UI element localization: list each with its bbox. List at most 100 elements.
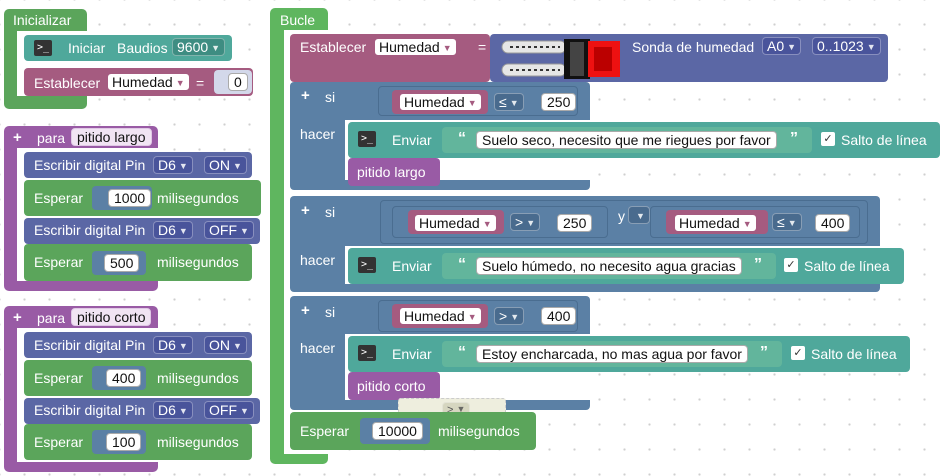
close-quote-icon: ” — [754, 256, 762, 273]
setup-title: Inicializar — [13, 12, 72, 28]
chevron-down-icon: ▼ — [742, 219, 752, 229]
wait-label: Esperar — [34, 254, 84, 270]
chevron-down-icon: ▼ — [442, 43, 452, 53]
do-label: hacer — [300, 252, 336, 268]
equals-sign: = — [196, 75, 205, 91]
call-proc-label: pitido largo — [357, 164, 426, 180]
soil-moisture-sensor-icon — [501, 39, 620, 79]
proc-long-name-field[interactable]: pitido largo — [71, 128, 152, 146]
newline-label: Salto de línea — [841, 132, 927, 148]
do-label: hacer — [300, 126, 336, 142]
operator-dropdown[interactable]: > ▼ — [510, 213, 541, 231]
state-dropdown[interactable]: ON ▼ — [204, 336, 247, 354]
state-dropdown[interactable]: OFF ▼ — [204, 221, 254, 239]
number-field[interactable]: 10000 — [372, 422, 423, 440]
chevron-down-icon: ▼ — [233, 161, 242, 171]
wait-unit-label: milisegundos — [157, 370, 239, 386]
terminal-icon: >_ — [358, 131, 376, 147]
number-field[interactable]: 1000 — [108, 189, 152, 207]
chevron-down-icon: ▼ — [211, 43, 221, 53]
chevron-down-icon: ▼ — [467, 98, 477, 108]
sensor-label: Sonda de humedad — [632, 39, 755, 55]
chevron-down-icon: ▼ — [467, 312, 477, 322]
pin-dropdown[interactable]: D6 ▼ — [153, 156, 193, 174]
plus-icon[interactable]: + — [301, 303, 310, 319]
number-field[interactable]: 100 — [106, 433, 142, 451]
send-label: Enviar — [392, 346, 432, 362]
chevron-down-icon: ▼ — [866, 42, 876, 52]
newline-label: Salto de línea — [811, 346, 897, 362]
pin-dropdown[interactable]: D6 ▼ — [153, 401, 193, 419]
chevron-down-icon: ▼ — [240, 406, 249, 416]
var-humedad-dropdown[interactable]: Humedad ▼ — [107, 73, 190, 91]
plus-icon[interactable]: + — [301, 88, 310, 104]
terminal-icon: >_ — [358, 345, 376, 361]
pin-dropdown[interactable]: A0 ▼ — [762, 37, 802, 55]
proc-long-label: para — [37, 130, 66, 146]
var-humedad-dropdown[interactable]: Humedad ▼ — [399, 307, 482, 325]
plus-icon[interactable]: + — [301, 203, 310, 219]
send-label: Enviar — [392, 132, 432, 148]
digital-write-label: Escribir digital Pin — [34, 402, 146, 418]
state-dropdown[interactable]: ON ▼ — [204, 156, 247, 174]
operator-dropdown[interactable]: > ▼ — [494, 307, 525, 325]
text-field[interactable]: Suelo seco, necesito que me riegues por … — [476, 131, 777, 149]
var-humedad-dropdown[interactable]: Humedad ▼ — [414, 214, 497, 232]
number-field[interactable]: 400 — [541, 307, 577, 325]
digital-write-label: Escribir digital Pin — [34, 222, 146, 238]
chevron-down-icon: ▼ — [510, 312, 520, 322]
send-label: Enviar — [392, 258, 432, 274]
chevron-down-icon: ▼ — [636, 211, 645, 221]
open-quote-icon: “ — [458, 344, 466, 361]
call-proc-label: pitido corto — [357, 378, 426, 394]
and-label: y — [618, 208, 625, 224]
chevron-down-icon: ▼ — [178, 406, 188, 416]
set-humidity-label: Establecer — [300, 39, 367, 55]
number-field[interactable]: 250 — [541, 93, 577, 111]
newline-checkbox[interactable]: ✓ — [821, 132, 835, 146]
wait-unit-label: milisegundos — [157, 254, 239, 270]
var-humedad-dropdown[interactable]: Humedad ▼ — [674, 214, 757, 232]
number-field[interactable]: 400 — [815, 214, 851, 232]
chevron-down-icon: ▼ — [526, 218, 536, 228]
plus-icon[interactable]: + — [13, 310, 22, 326]
operator-dropdown[interactable]: ≤ ▼ — [772, 213, 802, 231]
chevron-down-icon: ▼ — [178, 161, 188, 171]
newline-checkbox[interactable]: ✓ — [784, 258, 798, 272]
range-dropdown[interactable]: 0..1023 ▼ — [812, 37, 881, 55]
chevron-down-icon: ▼ — [175, 78, 185, 88]
if-label: si — [325, 204, 336, 220]
terminal-icon: >_ — [34, 40, 52, 56]
serial-init-label: Iniciar — [68, 40, 106, 56]
var-humedad-dropdown[interactable]: Humedad ▼ — [374, 38, 457, 56]
chevron-down-icon: ▼ — [233, 341, 242, 351]
var-humedad-dropdown[interactable]: Humedad ▼ — [399, 93, 482, 111]
proc-short-label: para — [37, 310, 66, 326]
operator-dropdown[interactable]: ≤ ▼ — [494, 93, 524, 111]
and-dropdown-arrow[interactable]: ▼ — [628, 206, 650, 224]
text-field[interactable]: Estoy encharcada, no mas agua por favor — [476, 345, 748, 363]
pin-dropdown[interactable]: D6 ▼ — [153, 336, 193, 354]
newline-label: Salto de línea — [804, 258, 890, 274]
pin-dropdown[interactable]: D6 ▼ — [153, 221, 193, 239]
number-field[interactable]: 250 — [557, 214, 593, 232]
chevron-down-icon: ▼ — [178, 226, 188, 236]
number-field[interactable]: 500 — [104, 254, 140, 272]
chevron-down-icon: ▼ — [787, 42, 797, 52]
if-label: si — [325, 304, 336, 320]
open-quote-icon: “ — [458, 256, 466, 273]
newline-checkbox[interactable]: ✓ — [791, 346, 805, 360]
open-quote-icon: “ — [458, 130, 466, 147]
chevron-down-icon: ▼ — [178, 341, 188, 351]
wait-label: Esperar — [34, 190, 84, 206]
proc-short-name-field[interactable]: pitido corto — [71, 308, 152, 326]
number-field[interactable]: 400 — [106, 369, 142, 387]
if-label: si — [325, 89, 336, 105]
text-field[interactable]: Suelo húmedo, no necesito agua gracias — [476, 257, 742, 275]
digital-write-label: Escribir digital Pin — [34, 157, 146, 173]
baud-dropdown[interactable]: 9600 ▼ — [172, 38, 226, 56]
number-field[interactable]: 0 — [228, 73, 248, 91]
plus-icon[interactable]: + — [13, 130, 22, 146]
state-dropdown[interactable]: OFF ▼ — [204, 401, 254, 419]
do-label: hacer — [300, 340, 336, 356]
